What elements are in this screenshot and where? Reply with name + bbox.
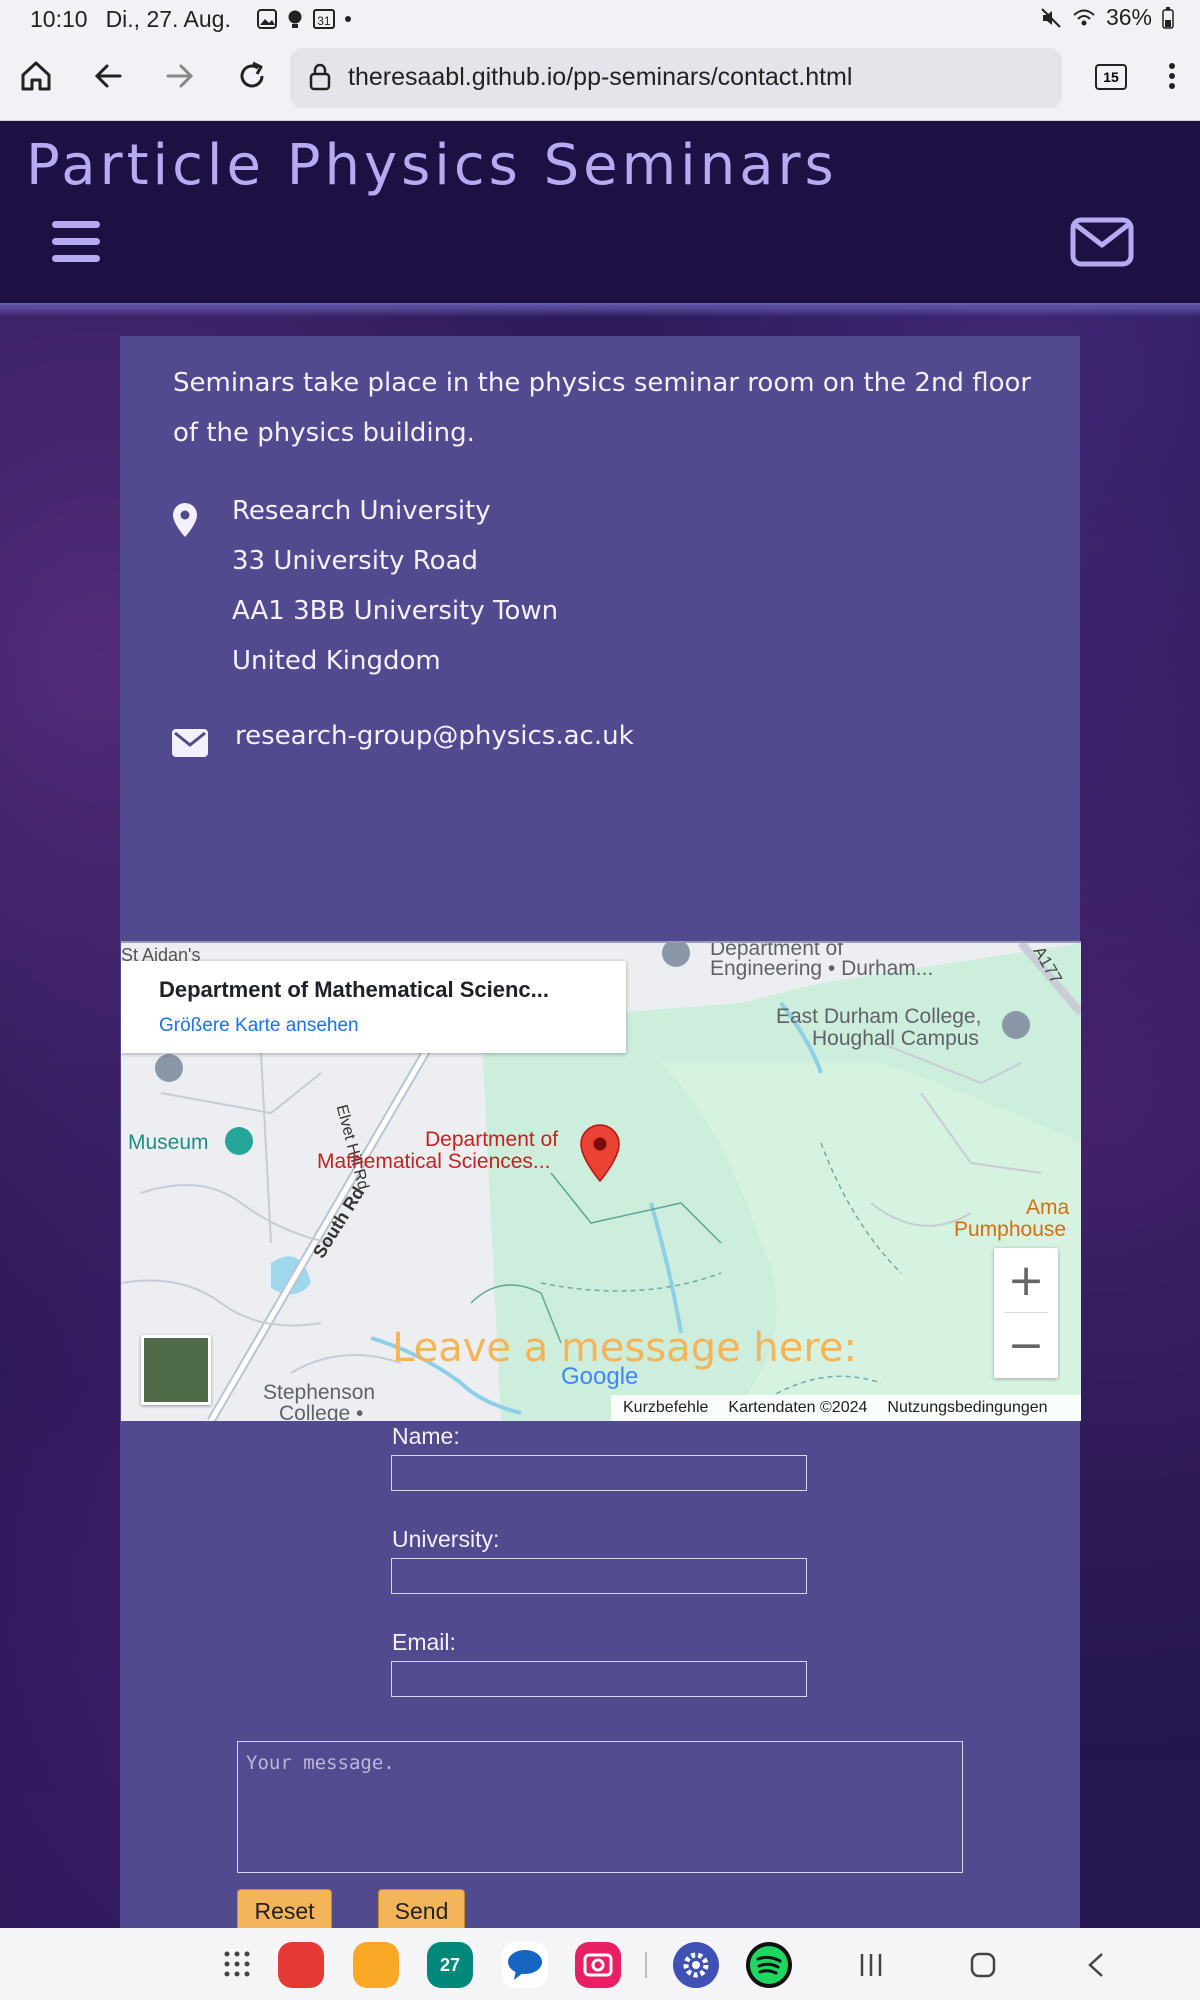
more-vertical-icon: [1169, 63, 1175, 89]
larger-map-link[interactable]: Größere Karte ansehen: [159, 1015, 359, 1037]
gear-icon: [683, 1952, 709, 1978]
location-pin-icon: [173, 503, 197, 537]
university-input[interactable]: [391, 1558, 807, 1594]
email-link[interactable]: research-group@physics.ac.uk: [235, 714, 634, 758]
form-title: Leave a message here:: [392, 1325, 858, 1371]
messages-app-icon[interactable]: [502, 1942, 548, 1988]
map-label-stephenson-2: College •: [279, 1402, 364, 1421]
notification-icons: 31: [256, 9, 351, 29]
forward-button[interactable]: [160, 56, 200, 96]
address-line: United Kingdom: [232, 646, 441, 676]
reset-button[interactable]: Reset: [237, 1889, 332, 1928]
postal-address: Research University 33 University Road A…: [232, 486, 558, 686]
home-icon: [21, 61, 51, 91]
map-place-card: Department of Mathematical Scienc... Grö…: [121, 961, 626, 1053]
status-date: Di., 27. Aug.: [105, 5, 231, 32]
map-data-credit: Kartendaten ©2024: [728, 1399, 868, 1416]
hamburger-menu-button[interactable]: [52, 221, 100, 263]
map-label-engineering-2: Engineering • Durham...: [710, 957, 934, 980]
status-time: 10:10: [30, 5, 88, 32]
map-label-east-durham: East Durham College,: [776, 1005, 982, 1028]
send-button[interactable]: Send: [378, 1889, 465, 1928]
arrow-left-icon: [94, 64, 122, 88]
app-drawer-icon[interactable]: [223, 1950, 251, 1978]
spotify-icon: [750, 1946, 788, 1984]
wifi-icon: [1073, 9, 1095, 25]
envelope-icon[interactable]: [1070, 217, 1134, 267]
address-bar[interactable]: theresaabl.github.io/pp-seminars/contact…: [290, 48, 1062, 108]
hamburger-icon-line: [52, 255, 100, 262]
name-input[interactable]: [391, 1455, 807, 1491]
calendar-notification-icon: 31: [312, 9, 335, 29]
map-label-pumphouse: Pumphouse: [954, 1218, 1067, 1241]
email-icon: [172, 729, 208, 757]
gallery-icon: [256, 9, 277, 29]
reload-button[interactable]: [232, 56, 272, 96]
system-icons: 36%: [1040, 4, 1174, 31]
url-text: theresaabl.github.io/pp-seminars/contact…: [348, 63, 853, 91]
email-input[interactable]: [391, 1661, 807, 1697]
map-zoom-controls: + −: [994, 1248, 1058, 1378]
camera-app-icon[interactable]: [575, 1942, 621, 1988]
home-nav-icon[interactable]: [970, 1952, 996, 1978]
address-line: Research University: [232, 496, 491, 526]
address-line: AA1 3BB University Town: [232, 596, 559, 626]
reload-icon: [240, 61, 264, 88]
android-status-bar: 10:10 Di., 27. Aug. 31 36%: [0, 0, 1200, 38]
site-header: Particle Physics Seminars: [0, 121, 1200, 317]
keyboard-shortcuts-link[interactable]: Kurzbefehle: [623, 1399, 708, 1417]
more-notifications-dot: [344, 16, 351, 22]
map-label-east-durham-2: Houghall Campus: [812, 1027, 979, 1050]
android-navigation-bar: 27: [0, 1928, 1200, 2000]
camera-icon: [583, 1953, 613, 1977]
settings-app-icon[interactable]: [673, 1942, 719, 1988]
spotify-app-icon[interactable]: [746, 1942, 792, 1988]
mute-icon: [1041, 7, 1061, 28]
browser-menu-button[interactable]: [1152, 56, 1192, 96]
map-label-ama: Ama: [1026, 1196, 1070, 1219]
battery-icon: [1162, 6, 1174, 29]
map-footer: Kurzbefehle Kartendaten ©2024 Nutzungsbe…: [611, 1395, 1081, 1421]
home-button[interactable]: [16, 56, 56, 96]
back-button[interactable]: [88, 56, 128, 96]
university-label: University:: [392, 1526, 500, 1552]
zoom-in-button[interactable]: +: [994, 1248, 1058, 1312]
message-textarea[interactable]: Your message.: [237, 1741, 963, 1873]
tabs-button[interactable]: 15: [1095, 64, 1127, 90]
dock-divider: [645, 1952, 647, 1978]
lock-icon: [309, 63, 331, 91]
arrow-right-icon: [166, 64, 194, 88]
map-place-title: Department of Mathematical Scienc...: [159, 977, 549, 1002]
bulb-icon: [288, 10, 302, 28]
map-marker-icon[interactable]: [579, 1123, 621, 1183]
map-label-dept-math: Department of: [425, 1128, 559, 1151]
name-label: Name:: [392, 1423, 460, 1449]
hamburger-icon: [52, 221, 100, 228]
folder-app-icon[interactable]: [353, 1942, 399, 1988]
hamburger-icon-line: [52, 238, 100, 245]
calendar-app-icon[interactable]: 27: [427, 1942, 473, 1988]
satellite-toggle-button[interactable]: [141, 1335, 211, 1405]
battery-percent: 36%: [1105, 4, 1152, 30]
app-icon-red[interactable]: [278, 1942, 324, 1988]
webpage: Particle Physics Seminars Seminars take …: [0, 121, 1200, 1928]
site-title[interactable]: Particle Physics Seminars: [26, 133, 838, 198]
venue-description: Seminars take place in the physics semin…: [173, 368, 1032, 448]
address-line: 33 University Road: [232, 546, 479, 576]
chat-bubble-icon: [508, 1950, 542, 1980]
map-label-museum: Museum: [128, 1131, 209, 1154]
map-label-dept-math-2: Mathematical Sciences...: [317, 1150, 551, 1173]
recent-apps-icon[interactable]: [858, 1952, 884, 1978]
back-nav-icon[interactable]: [1086, 1952, 1106, 1978]
zoom-out-button[interactable]: −: [994, 1313, 1058, 1377]
email-label: Email:: [392, 1629, 456, 1655]
browser-toolbar: theresaabl.github.io/pp-seminars/contact…: [0, 38, 1200, 121]
terms-link[interactable]: Nutzungsbedingungen: [887, 1399, 1047, 1417]
